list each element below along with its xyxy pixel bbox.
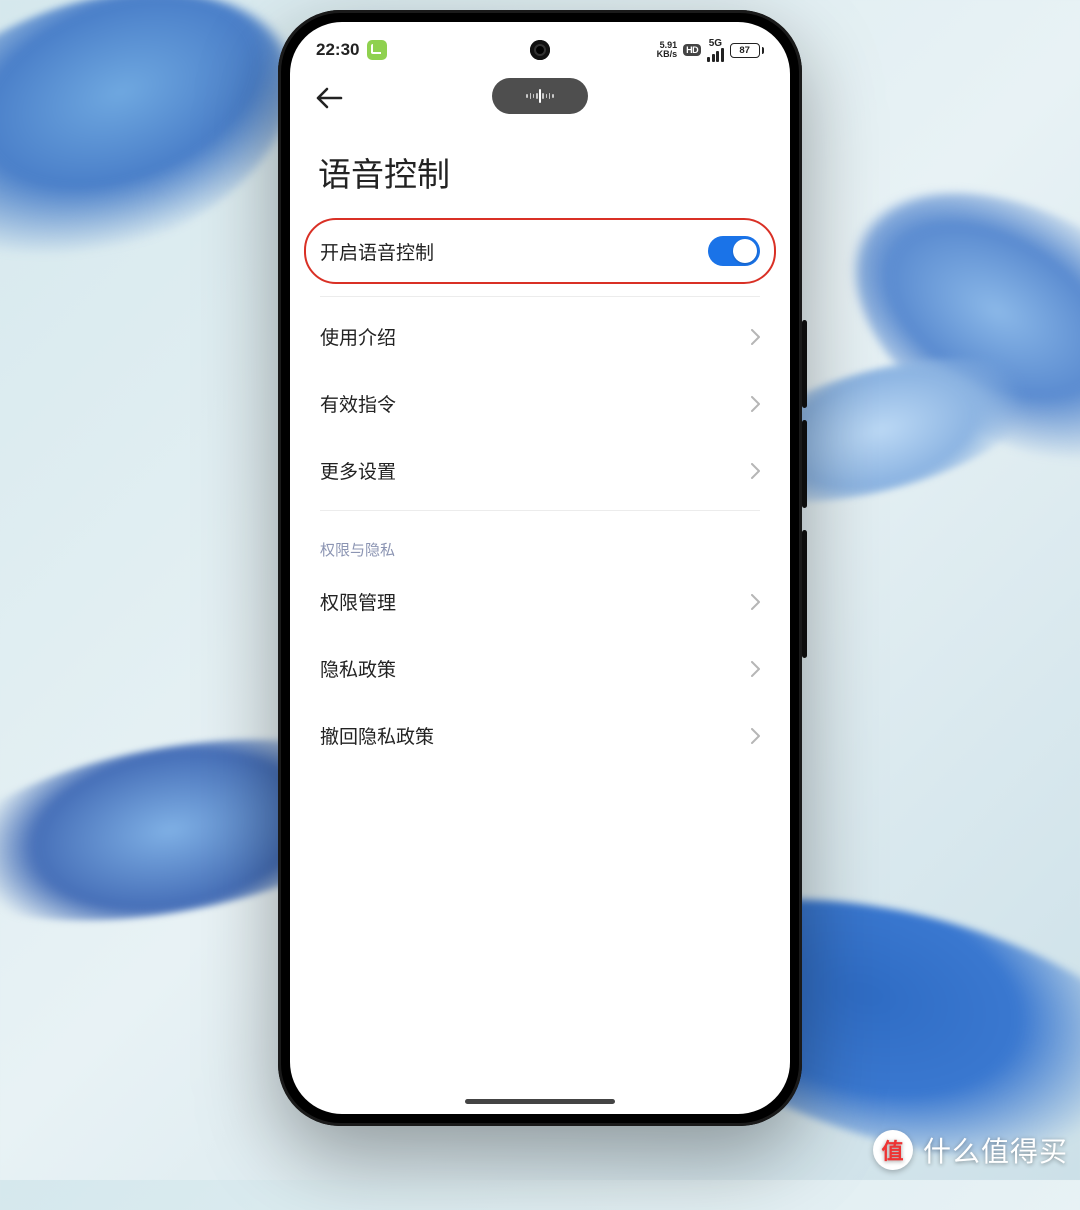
- hd-icon: HD: [683, 44, 701, 56]
- nav-bar: [290, 70, 790, 130]
- permission-management-row[interactable]: 权限管理: [306, 568, 774, 635]
- voice-indicator-pill[interactable]: [492, 78, 588, 114]
- network-speed: 5.91 KB/s: [657, 41, 678, 59]
- row-label: 有效指令: [320, 390, 396, 417]
- divider: [320, 296, 760, 297]
- chevron-right-icon: [751, 594, 760, 610]
- row-label: 权限管理: [320, 588, 396, 615]
- row-label: 使用介绍: [320, 323, 396, 350]
- arrow-left-icon: [315, 87, 343, 109]
- enable-voice-control-row[interactable]: 开启语音控制: [304, 218, 776, 284]
- enable-voice-control-toggle[interactable]: [708, 236, 760, 266]
- phone-frame: 22:30 5.91 KB/s HD 5G 87: [278, 10, 802, 1126]
- chevron-right-icon: [751, 329, 760, 345]
- row-label: 隐私政策: [320, 655, 396, 682]
- front-camera: [530, 40, 550, 60]
- settings-list: 开启语音控制 使用介绍 有效指令 更多设置: [290, 218, 790, 769]
- battery-level: 87: [730, 43, 760, 58]
- network-type-label: 5G: [707, 39, 724, 48]
- network-speed-unit: KB/s: [657, 50, 678, 59]
- revoke-privacy-policy-row[interactable]: 撤回隐私政策: [306, 702, 774, 769]
- status-time: 22:30: [316, 40, 359, 60]
- divider: [320, 510, 760, 511]
- signal-icon: [707, 48, 724, 62]
- privacy-policy-row[interactable]: 隐私政策: [306, 635, 774, 702]
- enable-voice-control-label: 开启语音控制: [320, 238, 434, 265]
- privacy-section-header: 权限与隐私: [306, 517, 774, 568]
- chevron-right-icon: [751, 661, 760, 677]
- row-label: 撤回隐私政策: [320, 722, 434, 749]
- watermark: 值 什么值得买: [873, 1130, 1068, 1170]
- valid-commands-row[interactable]: 有效指令: [306, 370, 774, 437]
- more-settings-row[interactable]: 更多设置: [306, 437, 774, 504]
- usage-intro-row[interactable]: 使用介绍: [306, 303, 774, 370]
- chevron-right-icon: [751, 396, 760, 412]
- chevron-right-icon: [751, 728, 760, 744]
- volume-down-button: [802, 420, 807, 508]
- watermark-badge: 值: [873, 1130, 913, 1170]
- chevron-right-icon: [751, 463, 760, 479]
- home-indicator[interactable]: [465, 1099, 615, 1104]
- battery-icon: 87: [730, 43, 764, 58]
- volume-up-button: [802, 320, 807, 408]
- notification-app-icon: [367, 40, 387, 60]
- watermark-text: 什么值得买: [923, 1130, 1068, 1170]
- power-button: [802, 530, 807, 658]
- page-title: 语音控制: [290, 130, 790, 218]
- network-type: 5G: [707, 39, 724, 62]
- row-label: 更多设置: [320, 457, 396, 484]
- back-button[interactable]: [312, 84, 346, 112]
- screen: 22:30 5.91 KB/s HD 5G 87: [290, 22, 790, 1114]
